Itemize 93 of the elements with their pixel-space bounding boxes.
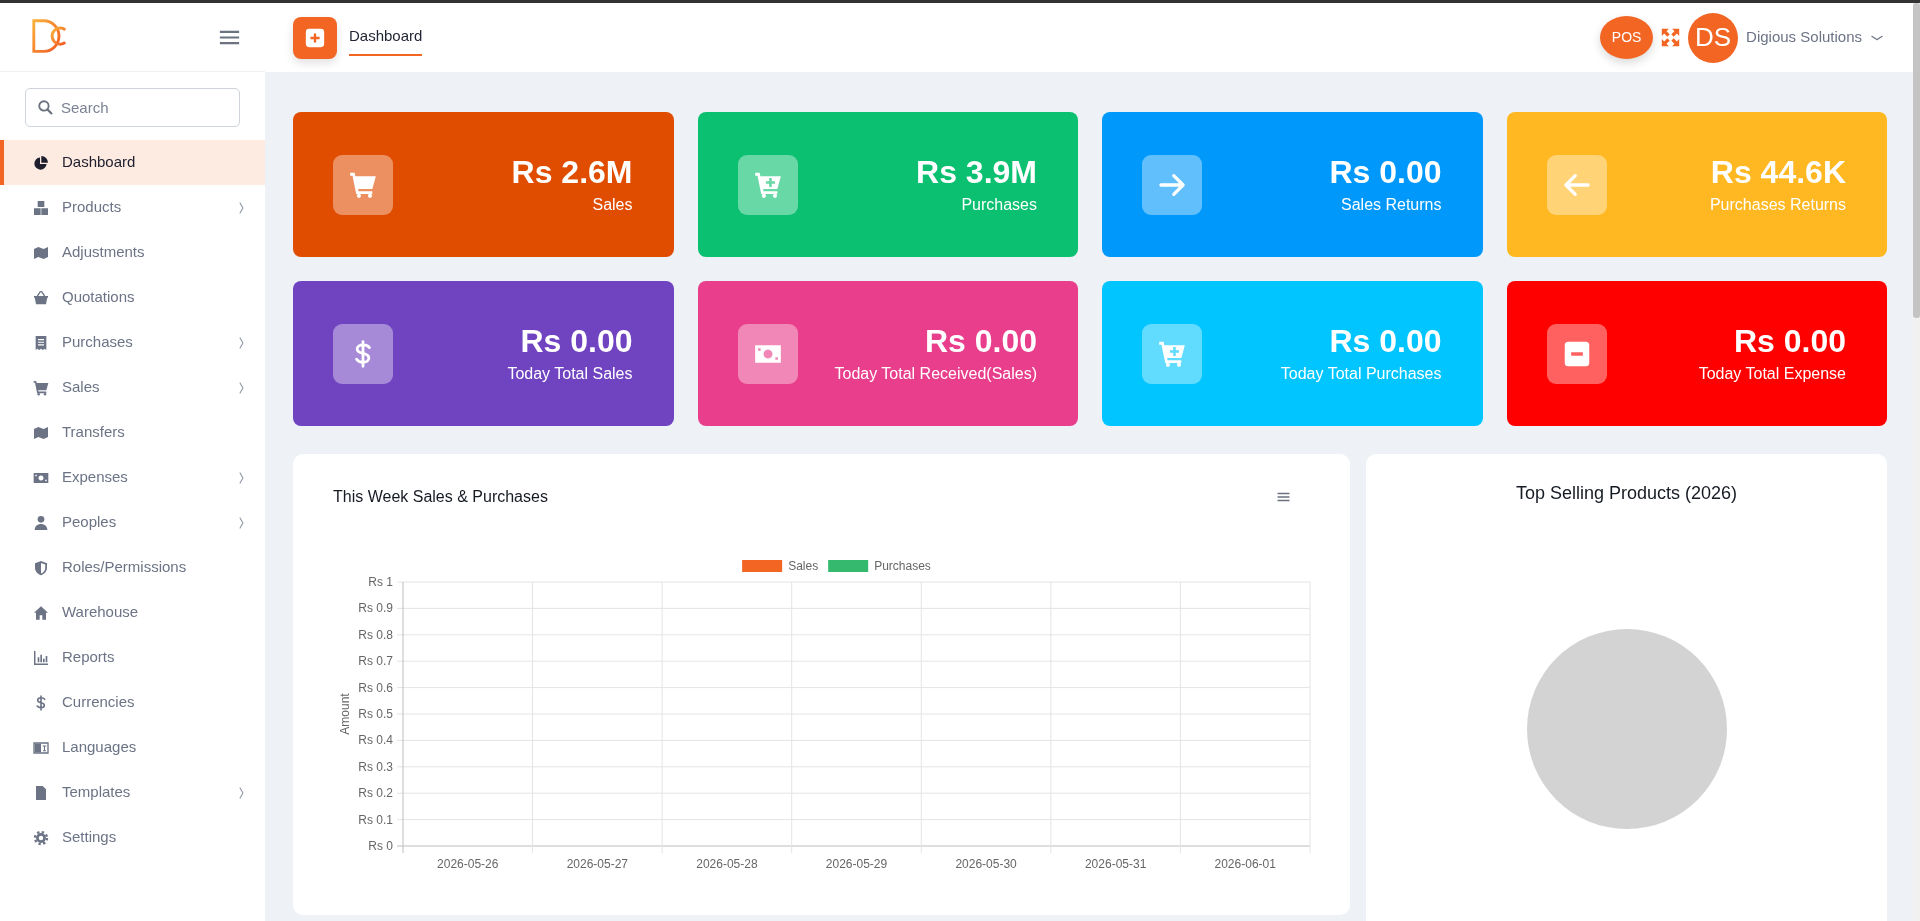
money-icon [737, 323, 798, 384]
plus-icon [305, 27, 325, 48]
x-tick-label: 2026-06-01 [1214, 857, 1276, 871]
scrollbar[interactable] [1913, 3, 1920, 921]
logo-icon [32, 19, 68, 55]
y-tick-label: Rs 1 [368, 575, 393, 589]
search-field[interactable]: Search [25, 88, 240, 127]
stat-value: Rs 0.00 [1329, 323, 1442, 359]
menu-icon[interactable] [1277, 491, 1290, 503]
basket-icon [33, 289, 49, 306]
sidebar-item[interactable]: Expenses [0, 455, 265, 500]
minus-icon [1546, 323, 1607, 384]
sidebar-item[interactable]: Roles/Permissions [0, 545, 265, 590]
dollar-icon [333, 323, 393, 384]
arrow-left-icon [1546, 154, 1607, 215]
y-axis-title: Amount [338, 693, 352, 735]
page-tab[interactable]: Dashboard [349, 18, 423, 57]
chart-title: This Week Sales & Purchases [333, 487, 548, 507]
stat-label: Today Total Received(Sales) [834, 364, 1037, 384]
cart-icon [333, 154, 393, 215]
receipt-icon [33, 334, 49, 351]
y-tick-label: Rs 0.3 [358, 759, 393, 774]
stat-label: Sales [592, 195, 633, 215]
x-tick-label: 2026-05-30 [955, 857, 1017, 871]
language-icon [33, 739, 49, 756]
search-icon [38, 100, 53, 115]
stat-label: Purchases Returns [1709, 195, 1846, 215]
swatch-icon[interactable] [742, 560, 783, 572]
bar-chart-icon [33, 649, 49, 666]
user-icon [33, 514, 49, 531]
sidebar-item[interactable]: Currencies [0, 680, 265, 725]
settings-icon [33, 829, 49, 846]
pie-chart-icon [33, 154, 49, 171]
arrow-right-icon [1142, 154, 1202, 215]
y-tick-label: Rs 0.1 [358, 812, 393, 827]
swatch-icon[interactable] [828, 560, 869, 572]
add-button[interactable] [293, 16, 337, 59]
stat-value: Rs 0.00 [520, 323, 633, 359]
y-tick-label: Rs 0.4 [358, 733, 393, 748]
stat-value: Rs 2.6M [511, 154, 633, 190]
map-icon [33, 244, 49, 261]
sidebar-item[interactable]: Warehouse [0, 590, 265, 635]
map-icon [33, 424, 49, 441]
y-tick-label: Rs 0 [368, 839, 393, 853]
file-icon [33, 784, 49, 801]
stat-value: Rs 0.00 [1733, 323, 1846, 359]
cart-plus-icon [737, 154, 798, 215]
x-tick-label: 2026-05-26 [437, 857, 499, 871]
y-tick-label: Rs 0.5 [358, 707, 393, 721]
scrollbar-thumb[interactable] [1913, 3, 1920, 318]
sidebar-item[interactable]: Adjustments [0, 230, 265, 275]
shield-icon [33, 559, 49, 576]
chevron-down-icon [1871, 33, 1883, 42]
sidebar-item[interactable]: Products [0, 185, 265, 230]
sidebar-item[interactable]: Reports [0, 635, 265, 680]
user-menu-button[interactable]: Digious Solutions [1746, 26, 1883, 49]
stat-value: Rs 3.9M [916, 154, 1037, 190]
sidebar-item[interactable]: Dashboard [0, 140, 265, 185]
sidebar-item[interactable]: Templates [0, 770, 265, 815]
y-tick-label: Rs 0.8 [358, 627, 393, 642]
stat-label: Sales Returns [1341, 195, 1442, 215]
sidebar-item[interactable]: Sales [0, 365, 265, 410]
sidebar-item[interactable]: Quotations [0, 275, 265, 320]
x-tick-label: 2026-05-29 [825, 857, 888, 871]
stat-label: Today Total Expense [1698, 364, 1846, 384]
fullscreen-icon[interactable] [1661, 28, 1681, 47]
cart-icon [33, 379, 49, 396]
stat-value: Rs 44.6K [1710, 154, 1846, 190]
y-tick-label: Rs 0.6 [358, 680, 393, 695]
stat-label: Today Total Sales [507, 364, 633, 384]
boxes-icon [33, 199, 49, 216]
pos-button[interactable]: POS [1600, 16, 1654, 59]
stat-label: Purchases [961, 195, 1037, 215]
stat-value: Rs 0.00 [1329, 154, 1442, 190]
y-tick-label: Rs 0.7 [358, 654, 393, 669]
sidebar-item[interactable]: Peoples [0, 500, 265, 545]
x-tick-label: 2026-05-28 [696, 857, 758, 871]
cart-plus-icon [1142, 323, 1202, 384]
y-tick-label: Rs 0.9 [358, 601, 393, 616]
y-tick-label: Rs 0.2 [358, 786, 393, 801]
sidebar-item[interactable]: Purchases [0, 320, 265, 365]
chart-title: Top Selling Products (2026) [1515, 482, 1738, 505]
home-icon [33, 604, 49, 621]
legend-label[interactable]: Sales [788, 559, 819, 573]
user-avatar[interactable]: DS [1688, 12, 1739, 63]
stat-value: Rs 0.00 [924, 323, 1037, 359]
sidebar-item[interactable]: Settings [0, 815, 265, 860]
stat-label: Today Total Purchases [1280, 364, 1442, 384]
sidebar-item[interactable]: Transfers [0, 410, 265, 455]
legend-label[interactable]: Purchases [874, 559, 931, 573]
x-tick-label: 2026-05-31 [1084, 857, 1147, 871]
sidebar-item[interactable]: Languages [0, 725, 265, 770]
x-tick-label: 2026-05-27 [566, 857, 629, 871]
